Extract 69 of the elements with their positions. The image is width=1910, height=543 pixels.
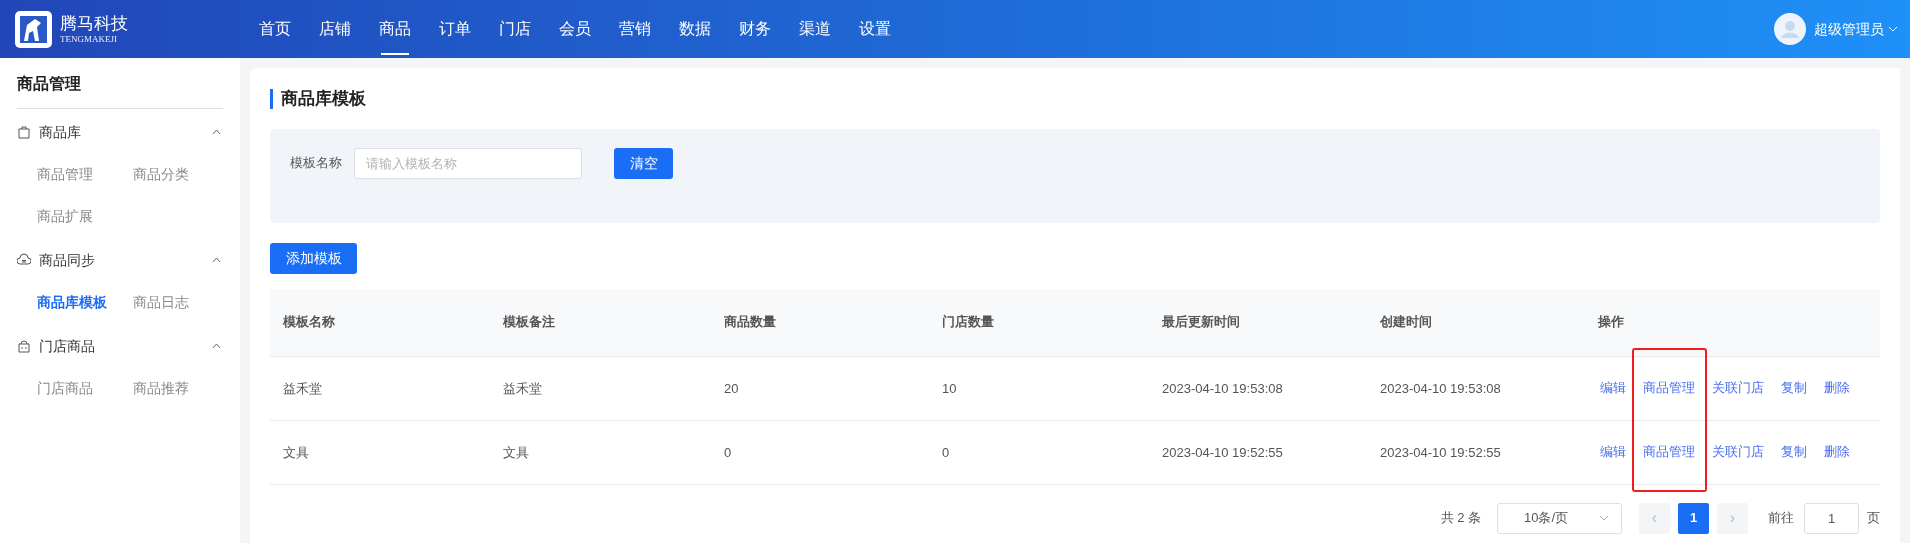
action-link[interactable]: 关联门店 (1712, 442, 1764, 462)
table-header: 模板名称 模板备注 商品数量 门店数量 最后更新时间 创建时间 操作 (270, 288, 1880, 357)
table-cell: 0 (724, 445, 732, 460)
table-cell: 2023-04-10 19:53:08 (1162, 381, 1283, 396)
nav-tab[interactable]: 营销 (605, 0, 665, 58)
chevron-icon (1599, 515, 1609, 521)
goto-page-field[interactable]: 1 (1804, 502, 1859, 534)
nav-tab[interactable]: 设置 (845, 0, 905, 58)
bag-icon (17, 125, 31, 139)
sidebar-group[interactable]: 门店商品 (17, 325, 223, 367)
chevron-icon (212, 129, 221, 135)
sidebar-group[interactable]: 商品同步 (17, 239, 223, 281)
page-suffix: 页 (1867, 509, 1880, 528)
action-link[interactable]: 复制 (1781, 378, 1807, 398)
brand-subtitle: TENGMAKEJI (60, 34, 118, 46)
clear-button[interactable]: 清空 (614, 147, 673, 179)
user-menu[interactable]: 超级管理员 (1814, 18, 1898, 40)
table-cell: 2023-04-10 19:52:55 (1162, 445, 1283, 460)
sidebar-item[interactable]: 商品日志 (133, 281, 229, 323)
page-size-select[interactable]: 10条/页 (1497, 502, 1622, 534)
cloud-icon (17, 253, 31, 267)
table-cell: 20 (724, 381, 739, 396)
chevron-icon (212, 343, 221, 349)
avatar-icon[interactable] (1774, 13, 1806, 45)
logo-icon (15, 10, 52, 48)
table-cell: 10 (942, 381, 957, 396)
add-template-button[interactable]: 添加模板 (270, 242, 357, 274)
table-cell: 文具 (283, 445, 309, 460)
action-link[interactable]: 编辑 (1600, 442, 1626, 462)
basket-icon (17, 339, 31, 353)
action-link[interactable]: 商品管理 (1643, 378, 1695, 398)
action-link[interactable]: 复制 (1781, 442, 1807, 462)
action-link[interactable]: 删除 (1824, 442, 1850, 462)
brand-name: 腾马科技 (60, 12, 128, 34)
table-cell: 益禾堂 (283, 381, 322, 396)
nav-tab[interactable]: 订单 (425, 0, 485, 58)
action-link[interactable]: 商品管理 (1643, 442, 1695, 462)
goto-label: 前往 (1768, 509, 1794, 528)
sidebar-item[interactable]: 门店商品 (37, 367, 133, 409)
nav-tab[interactable]: 门店 (485, 0, 545, 58)
sidebar-item[interactable]: 商品库模板 (37, 281, 133, 323)
nav-tab[interactable]: 数据 (665, 0, 725, 58)
nav-tab[interactable]: 店铺 (305, 0, 365, 58)
sidebar-title: 商品管理 (17, 72, 223, 109)
nav-tab[interactable]: 首页 (245, 0, 305, 58)
nav-tab[interactable]: 商品 (365, 0, 425, 58)
page-button[interactable]: 1 (1678, 502, 1709, 534)
field-label: 模板名称 (290, 154, 342, 173)
total-count: 共 2 条 (1440, 509, 1481, 528)
table-cell: 2023-04-10 19:52:55 (1380, 445, 1501, 460)
sidebar-item[interactable]: 商品管理 (37, 153, 133, 195)
table-cell: 益禾堂 (503, 381, 542, 396)
action-link[interactable]: 删除 (1824, 378, 1850, 398)
action-link[interactable]: 关联门店 (1712, 378, 1764, 398)
sidebar-item[interactable]: 商品分类 (133, 153, 229, 195)
table-cell: 2023-04-10 19:53:08 (1380, 381, 1501, 396)
table-cell: 0 (942, 445, 950, 460)
sidebar-item[interactable]: 商品扩展 (37, 195, 133, 237)
page-title: 商品库模板 (281, 88, 366, 110)
chevron-icon (1888, 26, 1898, 32)
sidebar-group[interactable]: 商品库 (17, 111, 223, 153)
nav-tab[interactable]: 会员 (545, 0, 605, 58)
action-link[interactable]: 编辑 (1600, 378, 1626, 398)
table-cell: 文具 (503, 445, 529, 460)
chevron-icon (212, 257, 221, 263)
nav-tab[interactable]: 财务 (725, 0, 785, 58)
template-name-field[interactable]: 请输入模板名称 (354, 147, 582, 179)
nav-tab[interactable]: 渠道 (785, 0, 845, 58)
sidebar-item[interactable]: 商品推荐 (133, 367, 229, 409)
